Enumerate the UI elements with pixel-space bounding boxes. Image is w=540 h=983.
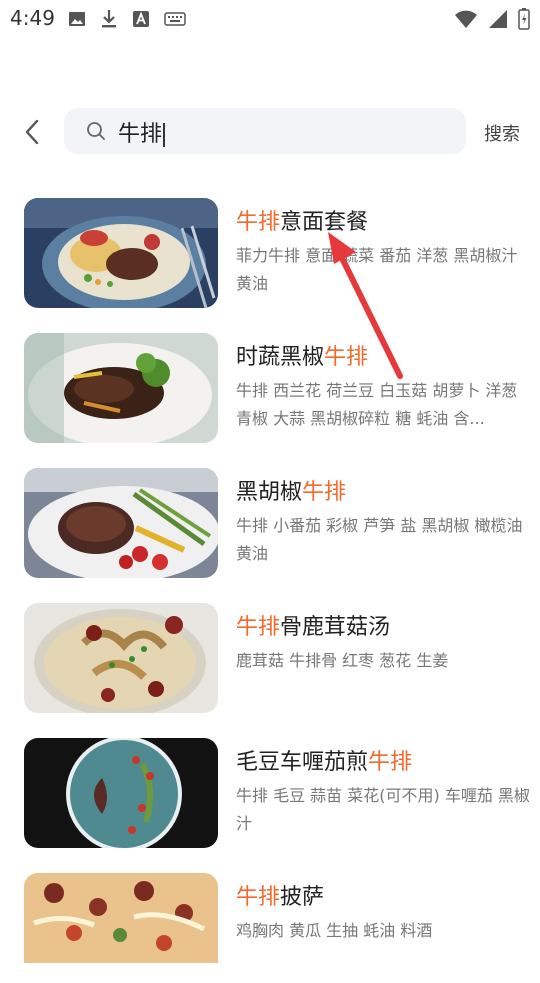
search-query: 牛排: [118, 116, 166, 148]
status-bar: 4:49: [0, 0, 540, 36]
title-highlight: 牛排: [236, 885, 281, 910]
title-text: 时蔬黑椒: [236, 345, 325, 370]
status-time: 4:49: [10, 6, 55, 30]
text-cursor: [163, 123, 166, 147]
recipe-thumbnail: [24, 873, 218, 983]
search-bar-row: 牛排 搜索: [0, 108, 540, 156]
text-a-icon: [133, 11, 149, 27]
recipe-title: 黑胡椒牛排: [236, 474, 346, 506]
title-text: 披萨: [280, 885, 325, 910]
result-item[interactable]: 牛排骨鹿茸菇汤 鹿茸菇 牛排骨 红枣 葱花 生姜: [0, 601, 540, 713]
recipe-thumbnail: [24, 468, 218, 578]
recipe-ingredients: 牛排 西兰花 荷兰豆 白玉菇 胡萝卜 洋葱 青椒 大蒜 黑胡椒碎粒 糖 蚝油 含…: [236, 381, 518, 428]
recipe-thumbnail: [24, 333, 218, 443]
title-highlight: 牛排: [236, 210, 281, 235]
title-text: 黑胡椒: [236, 480, 303, 505]
title-highlight: 牛排: [302, 480, 347, 505]
battery-icon: [518, 8, 530, 30]
search-input[interactable]: 牛排: [64, 108, 466, 154]
status-system-icons: [454, 8, 530, 30]
result-item[interactable]: 毛豆车喱茄煎牛排 牛排 毛豆 蒜苗 菜花(可不用) 车喱茄 黑椒汁: [0, 736, 540, 848]
recipe-ingredients: 菲力牛排 意面 蔬菜 番茄 洋葱 黑胡椒汁 黄油: [236, 246, 518, 293]
status-notification-icons: [68, 9, 186, 29]
title-highlight: 牛排: [236, 615, 281, 640]
recipe-title: 牛排骨鹿茸菇汤: [236, 609, 390, 641]
download-icon: [102, 10, 116, 28]
cellular-signal-icon: [489, 10, 507, 28]
title-highlight: 牛排: [368, 750, 413, 775]
recipe-title: 毛豆车喱茄煎牛排: [236, 744, 412, 776]
recipe-thumbnail: [24, 198, 218, 308]
recipe-ingredients: 鸡胸肉 黄瓜 生抽 蚝油 料酒: [236, 921, 433, 940]
keyboard-icon: [164, 12, 186, 26]
recipe-ingredients: 牛排 毛豆 蒜苗 菜花(可不用) 车喱茄 黑椒汁: [236, 786, 530, 833]
recipe-title: 牛排意面套餐: [236, 204, 368, 236]
result-item[interactable]: 时蔬黑椒牛排 牛排 西兰花 荷兰豆 白玉菇 胡萝卜 洋葱 青椒 大蒜 黑胡椒碎粒…: [0, 331, 540, 443]
recipe-title: 牛排披萨: [236, 879, 324, 911]
search-icon: [87, 122, 105, 140]
search-button[interactable]: 搜索: [484, 120, 520, 146]
recipe-thumbnail: [24, 603, 218, 713]
result-item[interactable]: 牛排意面套餐 菲力牛排 意面 蔬菜 番茄 洋葱 黑胡椒汁 黄油: [0, 196, 540, 308]
wifi-icon: [455, 10, 477, 28]
result-item[interactable]: 牛排披萨 鸡胸肉 黄瓜 生抽 蚝油 料酒: [0, 871, 540, 983]
back-button[interactable]: [18, 118, 46, 146]
search-query-text: 牛排: [118, 122, 163, 147]
recipe-ingredients: 鹿茸菇 牛排骨 红枣 葱花 生姜: [236, 651, 449, 670]
chevron-left-icon: [25, 119, 39, 145]
result-item[interactable]: 黑胡椒牛排 牛排 小番茄 彩椒 芦笋 盐 黑胡椒 橄榄油 黄油: [0, 466, 540, 578]
title-text: 毛豆车喱茄煎: [236, 750, 369, 775]
title-highlight: 牛排: [324, 345, 369, 370]
recipe-ingredients: 牛排 小番茄 彩椒 芦笋 盐 黑胡椒 橄榄油 黄油: [236, 516, 523, 563]
image-icon: [69, 12, 85, 26]
title-text: 骨鹿茸菇汤: [280, 615, 391, 640]
recipe-thumbnail: [24, 738, 218, 848]
title-text: 意面套餐: [280, 210, 369, 235]
recipe-title: 时蔬黑椒牛排: [236, 339, 368, 371]
